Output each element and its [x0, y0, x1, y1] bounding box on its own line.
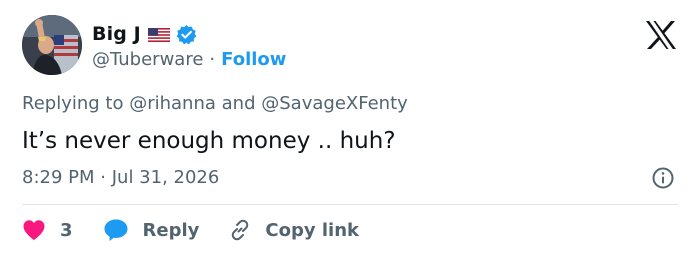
x-logo-icon[interactable] [644, 20, 678, 50]
reply-label: Reply [142, 219, 200, 241]
copy-link-label: Copy link [265, 219, 359, 241]
verified-badge-icon [176, 24, 197, 45]
link-icon [228, 218, 252, 242]
user-handle[interactable]: @Tuberware [92, 49, 203, 70]
tweet-text: It’s never enough money .. huh? [22, 128, 396, 154]
like-button[interactable]: 3 [22, 219, 73, 241]
timestamp-separator: · [100, 167, 106, 188]
avatar-image [22, 15, 82, 75]
tweet-card: Big J @Tuberware · Follow Replying to @r… [0, 0, 700, 256]
replying-to-and: and [221, 93, 256, 114]
divider [22, 204, 678, 205]
action-bar: 3 Reply Copy link [22, 215, 359, 245]
like-count: 3 [60, 219, 73, 241]
tweet-date: Jul 31, 2026 [111, 167, 220, 188]
us-flag-icon [147, 27, 171, 43]
reply-button[interactable]: Reply [103, 218, 200, 242]
tweet-time: 8:29 PM [22, 167, 95, 188]
avatar[interactable] [22, 15, 82, 75]
reply-mention-rihanna[interactable]: @rihanna [129, 93, 216, 114]
reply-mention-savagexfenty[interactable]: @SavageXFenty [261, 93, 408, 114]
handle-row: @Tuberware · Follow [92, 48, 286, 70]
timestamp[interactable]: 8:29 PM · Jul 31, 2026 [22, 166, 219, 190]
follow-button[interactable]: Follow [221, 49, 286, 70]
copy-link-button[interactable]: Copy link [228, 218, 359, 242]
heart-icon [22, 219, 46, 241]
user-name-row: Big J [92, 21, 197, 47]
separator-dot: · [209, 48, 216, 70]
reply-bubble-icon [103, 218, 129, 242]
info-icon[interactable] [651, 166, 675, 190]
display-name[interactable]: Big J [92, 23, 141, 45]
replying-to-prefix: Replying to [22, 93, 124, 114]
replying-to: Replying to @rihanna and @SavageXFenty [22, 92, 408, 116]
